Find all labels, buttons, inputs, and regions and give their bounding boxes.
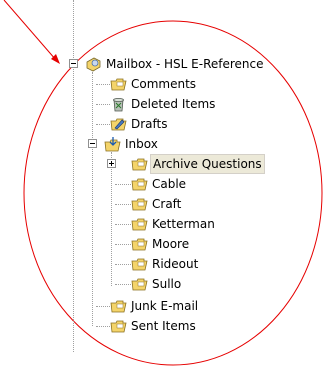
tree-item-label: Rideout (152, 257, 199, 271)
folder-icon (131, 258, 148, 271)
tree-guide (111, 152, 112, 286)
tree-guide (96, 306, 110, 307)
deleted-items-icon (113, 98, 124, 112)
tree-item-label: Sullo (152, 277, 182, 291)
tree-item-label: Archive Questions (150, 154, 265, 174)
tree-guide (115, 224, 131, 225)
tree-item-label: Comments (131, 77, 197, 91)
folder-icon (110, 78, 127, 91)
folder-icon (131, 278, 148, 291)
collapse-mailbox-icon[interactable] (69, 59, 78, 68)
tree-guide (92, 72, 93, 326)
tree-guide (96, 84, 110, 85)
tree-item-label: Ketterman (152, 217, 215, 231)
annotation-arrow-line (3, 0, 57, 61)
folder-icon (131, 198, 148, 211)
tree-guide (96, 326, 110, 327)
inbox-icon (104, 137, 121, 152)
tree-item-label: Cable (152, 177, 187, 191)
tree-guide (96, 104, 110, 105)
folder-icon (131, 238, 148, 251)
tree-guide (115, 244, 131, 245)
tree-guide (115, 284, 131, 285)
folder-icon (110, 320, 127, 333)
mailbox-icon (86, 57, 101, 72)
tree-item-label: Drafts (131, 117, 168, 131)
tree-guide (115, 204, 131, 205)
collapse-inbox-icon[interactable] (88, 139, 97, 148)
tree-item-label: Mailbox - HSL E-Reference (106, 57, 264, 71)
tree-item-label: Moore (152, 237, 190, 251)
tree-guide (96, 124, 110, 125)
drafts-icon (110, 118, 127, 131)
expand-archive-questions-icon[interactable] (107, 159, 116, 168)
tree-item-label: Inbox (125, 137, 158, 151)
folder-icon (131, 158, 148, 171)
tree-item-label: Sent Items (131, 319, 196, 333)
tree-item-label: Junk E-mail (131, 299, 199, 313)
folder-icon (131, 218, 148, 231)
tree-guide (115, 184, 131, 185)
folder-icon (110, 300, 127, 313)
tree-item-label: Craft (152, 197, 182, 211)
tree-guide (73, 0, 74, 352)
folder-icon (131, 178, 148, 191)
tree-guide (115, 264, 131, 265)
tree-item-label: Deleted Items (131, 97, 216, 111)
